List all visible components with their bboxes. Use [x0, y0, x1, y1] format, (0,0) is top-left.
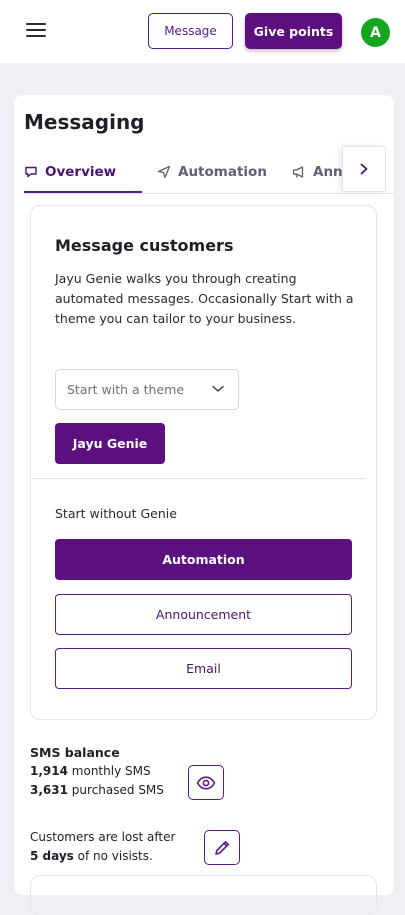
pencil-icon: [215, 840, 229, 855]
page-title: Messaging: [24, 110, 145, 134]
sms-monthly-count: 1,914: [30, 764, 68, 778]
start-without-genie-label: Start without Genie: [55, 506, 177, 521]
panel-description: Jayu Genie walks you through creating au…: [55, 271, 354, 326]
automation-button[interactable]: Automation: [55, 539, 352, 580]
lost-suffix: of no visists.: [77, 849, 153, 863]
lost-line-1: Customers are lost after: [30, 830, 176, 844]
sms-purchased-label: purchased SMS: [71, 783, 164, 797]
tab-automation-label: Automation: [178, 164, 267, 180]
chat-bubble-icon: [25, 166, 37, 178]
message-customers-panel: Message customers Jayu Genie walks you t…: [30, 205, 377, 720]
eye-icon: [196, 775, 216, 790]
message-button[interactable]: Message: [148, 13, 233, 49]
tab-automation[interactable]: Automation: [157, 150, 267, 194]
panel-divider: [32, 478, 366, 479]
panel-title: Message customers: [55, 236, 234, 255]
paper-plane-icon: [157, 165, 171, 179]
lost-days: 5 days: [30, 849, 74, 863]
megaphone-icon: [292, 166, 304, 178]
tab-bar: Overview Automation Anno: [14, 150, 394, 194]
tabs-scroll-right-button[interactable]: [342, 146, 386, 192]
email-button[interactable]: Email: [55, 648, 352, 689]
tab-overview[interactable]: Overview: [24, 150, 116, 194]
tab-divider: [24, 193, 394, 194]
tab-announcement[interactable]: Anno: [292, 150, 344, 194]
lost-line-2: 5 days of no visists.: [30, 847, 175, 866]
messaging-card: Messaging Overview Automation Anno Mess: [14, 95, 394, 915]
theme-select[interactable]: Start with a theme: [55, 369, 239, 410]
tab-overview-label: Overview: [45, 164, 117, 180]
sms-purchased-count: 3,631: [30, 783, 68, 797]
sms-balance-title: SMS balance: [30, 745, 120, 760]
chevron-down-icon: [212, 385, 224, 392]
theme-select-placeholder: Start with a theme: [67, 382, 185, 397]
avatar[interactable]: A: [361, 18, 390, 47]
chevron-right-icon: [360, 163, 368, 175]
hamburger-menu-icon[interactable]: [26, 23, 46, 39]
customer-lost-setting: Customers are lost after 5 days of no vi…: [30, 828, 175, 866]
jayu-genie-button[interactable]: Jayu Genie: [55, 423, 165, 464]
tab-announcement-label: Anno: [313, 164, 344, 180]
top-bar: Message Give points A: [0, 0, 405, 63]
announcement-button[interactable]: Announcement: [55, 594, 352, 635]
give-points-button[interactable]: Give points: [245, 13, 342, 49]
view-sms-button[interactable]: [188, 765, 224, 800]
next-panel-edge: [30, 875, 377, 915]
edit-lost-days-button[interactable]: [204, 830, 240, 865]
sms-monthly-label: monthly SMS: [71, 764, 151, 778]
